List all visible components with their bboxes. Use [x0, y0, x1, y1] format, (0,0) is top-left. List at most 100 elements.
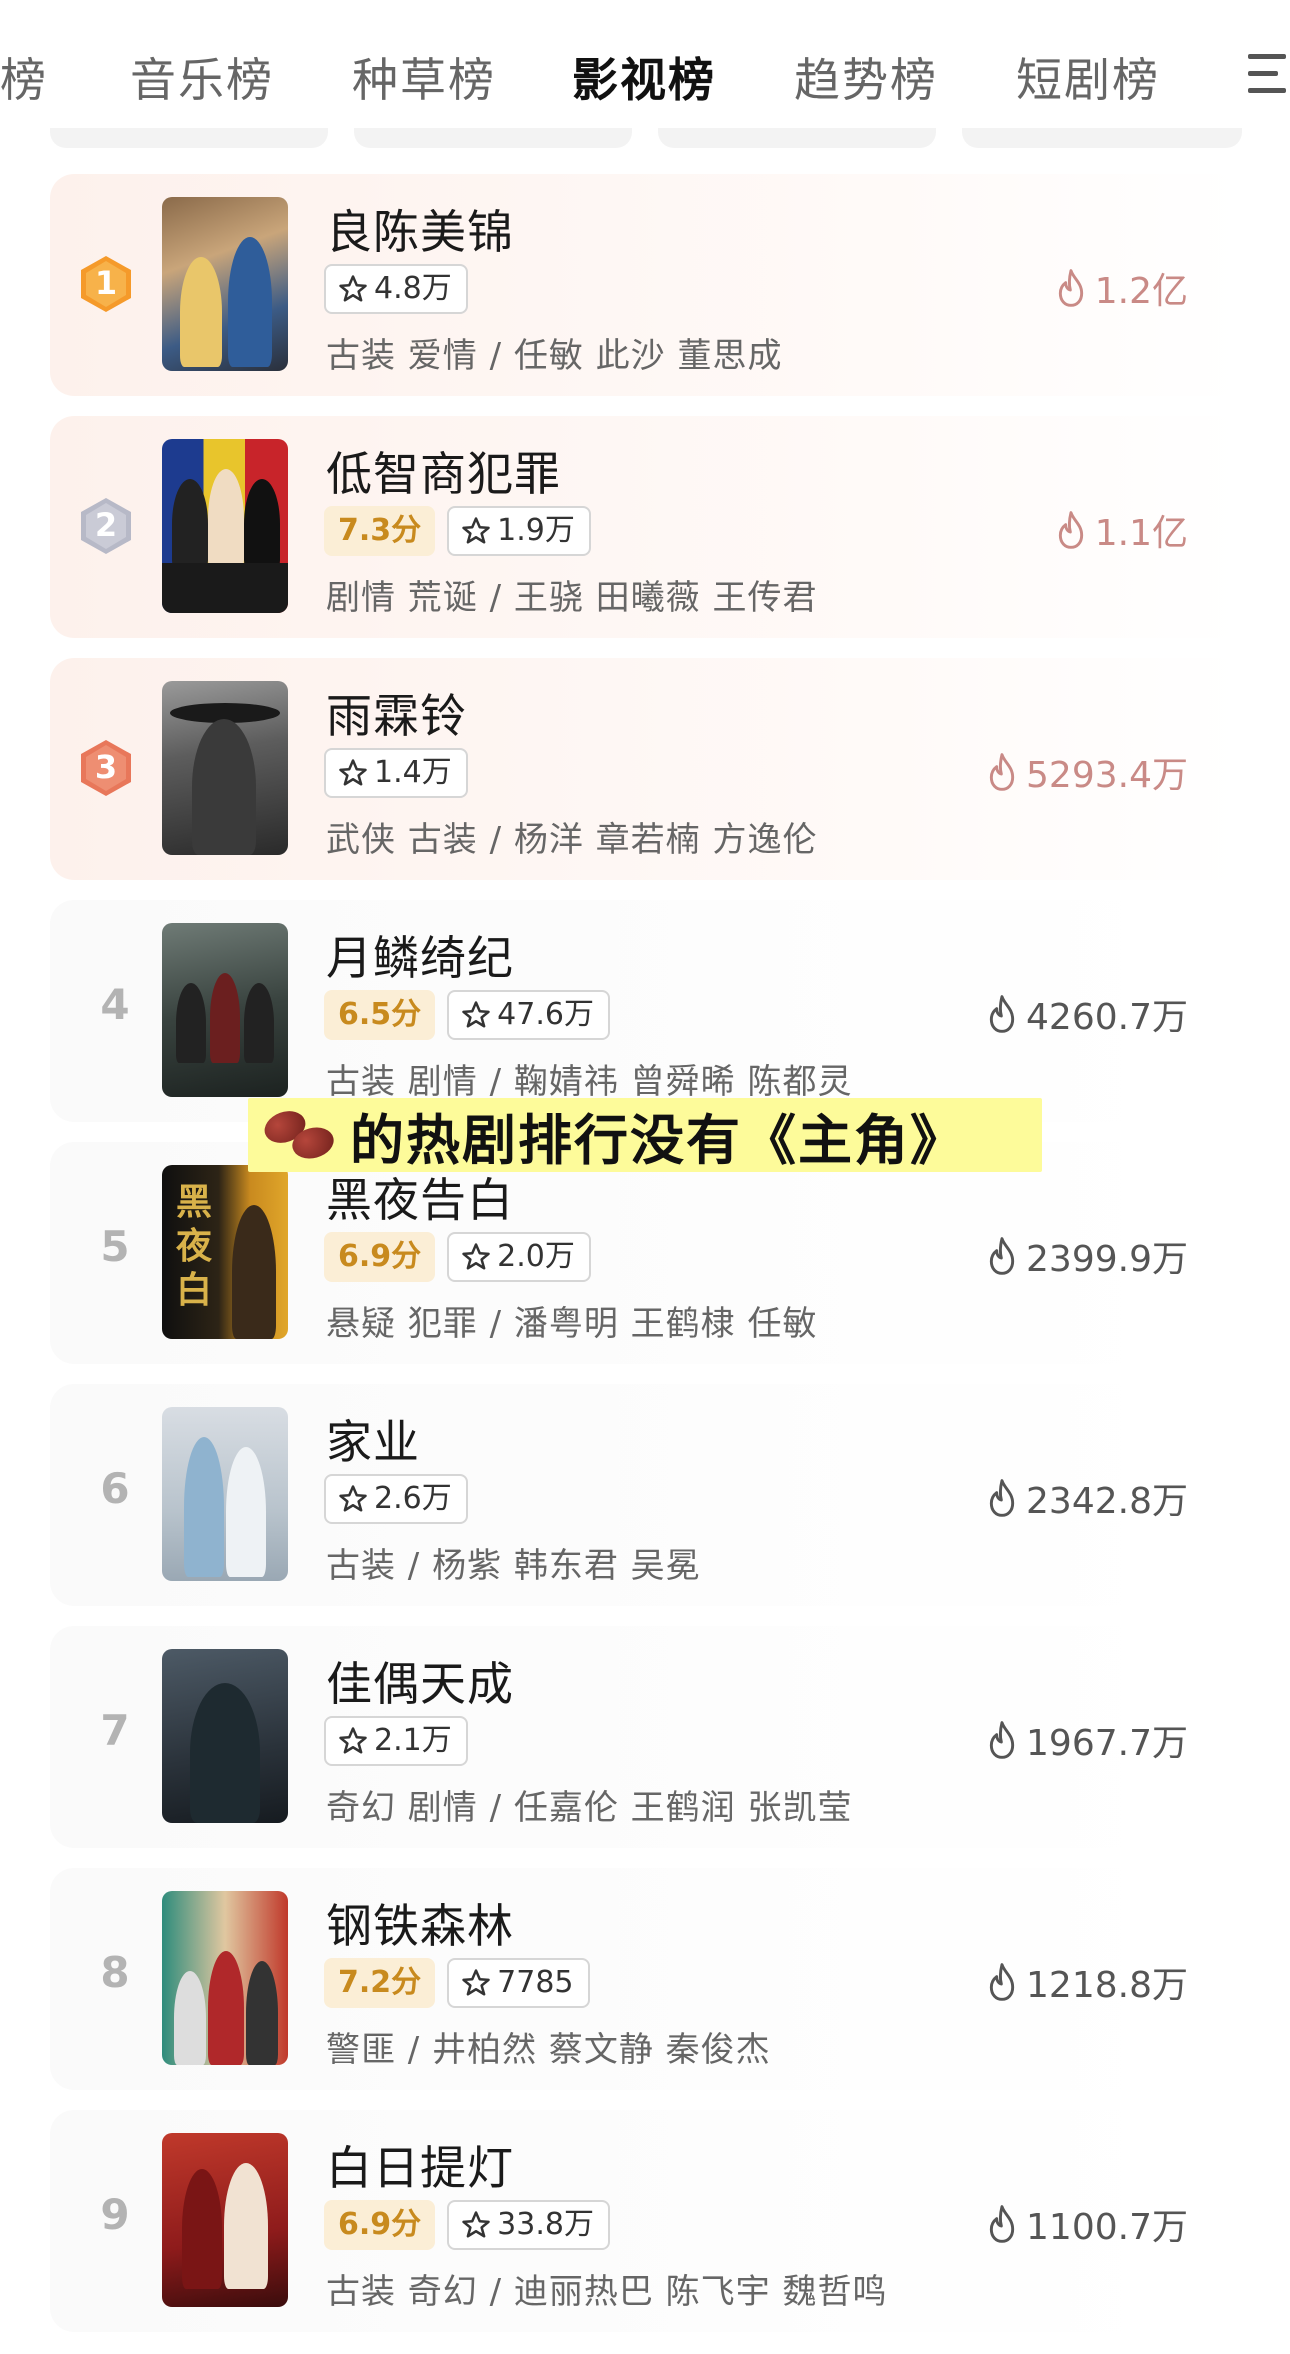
- flame-icon: [989, 995, 1015, 1033]
- heat-number: 1100.7万: [1026, 2207, 1188, 2248]
- item-title[interactable]: 雨霖铃: [326, 680, 467, 746]
- likes-count: 47.6万: [497, 997, 594, 1032]
- filter-chip[interactable]: [50, 128, 328, 148]
- poster-image[interactable]: [162, 2133, 288, 2307]
- star-icon: [462, 517, 490, 544]
- item-title[interactable]: 家业: [326, 1406, 420, 1472]
- likes-count: 2.6万: [374, 1481, 452, 1516]
- tab-music[interactable]: 音乐榜: [130, 44, 274, 110]
- heat-number: 1.2亿: [1094, 271, 1188, 312]
- filter-chip[interactable]: [658, 128, 936, 148]
- heat-number: 1.1亿: [1094, 513, 1188, 554]
- tab-trend[interactable]: 趋势榜: [794, 44, 938, 110]
- item-title[interactable]: 低智商犯罪: [326, 438, 561, 504]
- tab-recommend[interactable]: 种草榜: [352, 44, 496, 110]
- item-meta: 古装 / 杨紫 韩东君 吴冕: [326, 1546, 701, 1586]
- badges: 1.4万: [324, 748, 468, 800]
- heat-value: 1218.8万: [986, 1956, 1188, 2008]
- likes-badge: 1.4万: [324, 748, 468, 798]
- score-badge: 6.9分: [324, 1232, 436, 1282]
- overlay-caption: 的热剧排行没有《主角》: [248, 1098, 1042, 1172]
- item-title[interactable]: 良陈美锦: [326, 196, 514, 262]
- tab-short-drama[interactable]: 短剧榜: [1016, 44, 1160, 110]
- poster-image[interactable]: [162, 439, 288, 613]
- heat-number: 4260.7万: [1026, 997, 1188, 1038]
- heat-value: 1.2亿: [1055, 262, 1188, 314]
- poster-image[interactable]: 黑夜白: [162, 1165, 288, 1339]
- poster-image[interactable]: [162, 923, 288, 1097]
- tab-film-tv[interactable]: 影视榜: [572, 44, 716, 110]
- badges: 7.3分 1.9万: [324, 506, 591, 558]
- score-badge: 6.9分: [324, 2200, 436, 2250]
- item-title[interactable]: 钢铁森林: [326, 1890, 514, 1956]
- heat-value: 5293.4万: [986, 746, 1188, 798]
- heat-number: 5293.4万: [1026, 755, 1188, 796]
- item-meta: 悬疑 犯罪 / 潘粤明 王鹤棣 任敏: [326, 1304, 818, 1344]
- menu-icon[interactable]: [1244, 52, 1290, 96]
- list-item[interactable]: 7 佳偶天成 2.1万 奇幻 剧情 / 任嘉伦 王鹤润 张凯莹 1967.7万: [50, 1626, 1242, 1848]
- flame-icon: [989, 1237, 1015, 1275]
- poster-image[interactable]: [162, 1407, 288, 1581]
- caption-text: 的热剧排行没有《主角》: [350, 1108, 966, 1172]
- rank-medal-icon: 1: [80, 255, 132, 313]
- filter-chip[interactable]: [962, 128, 1242, 148]
- likes-count: 7785: [497, 1965, 574, 2000]
- item-meta: 古装 爱情 / 任敏 此沙 董思成: [326, 336, 783, 376]
- list-item[interactable]: 2 低智商犯罪 7.3分 1.9万 剧情 荒诞 / 王骁 田曦薇 王传君 1.1…: [50, 416, 1242, 638]
- heat-value: 2399.9万: [986, 1230, 1188, 1282]
- list-item[interactable]: 1 良陈美锦 4.8万 古装 爱情 / 任敏 此沙 董思成 1.2亿: [50, 174, 1242, 396]
- badges: 7.2分 7785: [324, 1958, 590, 2010]
- list-item[interactable]: 3 雨霖铃 1.4万 武侠 古装 / 杨洋 章若楠 方逸伦 5293.4万: [50, 658, 1242, 880]
- list-item[interactable]: 8 钢铁森林 7.2分 7785 警匪 / 井柏然 蔡文静 秦俊杰 1218.8…: [50, 1868, 1242, 2090]
- poster-image[interactable]: [162, 197, 288, 371]
- filter-chip[interactable]: [354, 128, 632, 148]
- flame-icon: [989, 1963, 1015, 2001]
- likes-badge: 1.9万: [447, 506, 591, 556]
- item-title[interactable]: 白日提灯: [326, 2132, 514, 2198]
- item-meta: 古装 奇幻 / 迪丽热巴 陈飞宇 魏哲鸣: [326, 2272, 888, 2312]
- likes-count: 2.0万: [497, 1239, 575, 1274]
- item-title[interactable]: 月鳞绮纪: [326, 922, 514, 988]
- tab-bar: 榜 音乐榜 种草榜 影视榜 趋势榜 短剧榜: [0, 0, 1290, 150]
- badges: 6.9分 2.0万: [324, 1232, 591, 1284]
- likes-badge: 7785: [447, 1958, 590, 2008]
- rank-number: 3: [94, 748, 118, 786]
- star-icon: [339, 275, 367, 302]
- flame-icon: [989, 2205, 1015, 2243]
- star-icon: [462, 1001, 490, 1028]
- heat-value: 2342.8万: [986, 1472, 1188, 1524]
- list-item[interactable]: 5 黑夜白 黑夜告白 6.9分 2.0万 悬疑 犯罪 / 潘粤明 王鹤棣 任敏 …: [50, 1142, 1242, 1364]
- likes-badge: 4.8万: [324, 264, 468, 314]
- star-icon: [339, 759, 367, 786]
- rank-number: 2: [94, 506, 118, 544]
- flame-icon: [989, 1721, 1015, 1759]
- tab-partial[interactable]: 榜: [0, 44, 48, 110]
- item-title[interactable]: 佳偶天成: [326, 1648, 514, 1714]
- badges: 2.1万: [324, 1716, 468, 1768]
- rank-number: 4: [100, 980, 130, 1029]
- rank-number: 9: [100, 2190, 130, 2239]
- likes-badge: 33.8万: [447, 2200, 610, 2250]
- likes-count: 33.8万: [497, 2207, 594, 2242]
- poster-image[interactable]: [162, 1891, 288, 2065]
- star-icon: [462, 2211, 490, 2238]
- star-icon: [462, 1243, 490, 1270]
- poster-image[interactable]: [162, 681, 288, 855]
- heat-number: 1218.8万: [1026, 1965, 1188, 2006]
- item-meta: 剧情 荒诞 / 王骁 田曦薇 王传君: [326, 578, 818, 618]
- list-item[interactable]: 4 月鳞绮纪 6.5分 47.6万 古装 剧情 / 鞠婧祎 曾舜晞 陈都灵 42…: [50, 900, 1242, 1122]
- item-meta: 警匪 / 井柏然 蔡文静 秦俊杰: [326, 2030, 771, 2070]
- list-item[interactable]: 9 白日提灯 6.9分 33.8万 古装 奇幻 / 迪丽热巴 陈飞宇 魏哲鸣 1…: [50, 2110, 1242, 2332]
- item-meta: 武侠 古装 / 杨洋 章若楠 方逸伦: [326, 820, 818, 860]
- badges: 2.6万: [324, 1474, 468, 1526]
- list-item[interactable]: 6 家业 2.6万 古装 / 杨紫 韩东君 吴冕 2342.8万: [50, 1384, 1242, 1606]
- poster-image[interactable]: [162, 1649, 288, 1823]
- rank-number: 7: [100, 1706, 130, 1755]
- star-icon: [462, 1969, 490, 1996]
- rank-medal-icon: 2: [80, 497, 132, 555]
- heat-value: 1967.7万: [986, 1714, 1188, 1766]
- rank-number: 5: [100, 1222, 130, 1271]
- star-icon: [339, 1485, 367, 1512]
- heat-number: 2342.8万: [1026, 1481, 1188, 1522]
- heat-number: 1967.7万: [1026, 1723, 1188, 1764]
